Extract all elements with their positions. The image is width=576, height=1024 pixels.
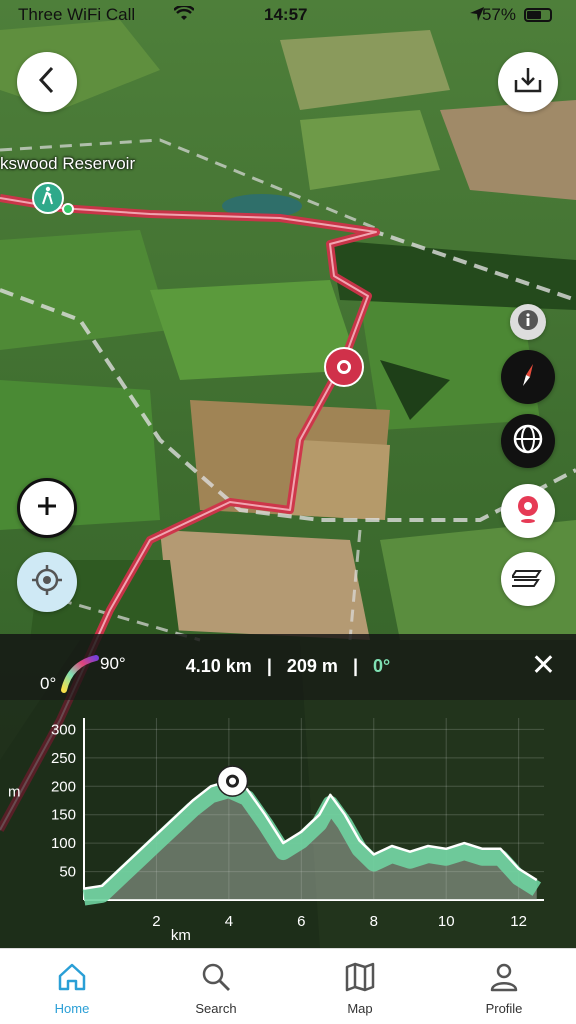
map-icon — [344, 961, 376, 993]
home-icon — [56, 961, 88, 993]
y-axis-label: m — [8, 783, 21, 800]
trailhead-marker[interactable] — [32, 182, 64, 214]
stats-separator: | — [352, 656, 358, 676]
route-stats: 4.10 km | 209 m | 0° — [0, 656, 576, 677]
hiker-icon — [38, 186, 58, 211]
x-tick-label: 2 — [152, 913, 160, 930]
y-tick-label: 50 — [59, 864, 76, 881]
tab-map[interactable]: Map — [288, 949, 432, 1024]
battery-icon — [524, 8, 552, 22]
y-tick-label: 100 — [51, 835, 76, 852]
tab-search[interactable]: Search — [144, 949, 288, 1024]
close-profile-button[interactable]: ✕ — [531, 651, 556, 681]
layers-icon — [510, 563, 544, 596]
tab-label: Map — [347, 1001, 373, 1016]
locate-icon — [30, 563, 64, 602]
status-time: 14:57 — [264, 5, 308, 24]
globe-icon — [511, 422, 545, 461]
carrier-label: Three WiFi Call — [18, 5, 136, 24]
info-button[interactable] — [510, 304, 546, 340]
download-button[interactable] — [498, 52, 558, 112]
x-axis-label: km — [171, 927, 191, 944]
stats-separator: | — [266, 656, 272, 676]
tab-label: Profile — [485, 1001, 523, 1016]
tab-label: Home — [54, 1001, 90, 1016]
download-icon — [513, 66, 543, 99]
position-marker — [216, 765, 249, 797]
start-point-marker — [62, 203, 74, 215]
slope-value: 0° — [373, 656, 391, 676]
bottom-tab-bar: Home Search Map Profile — [0, 948, 576, 1024]
x-tick-label: 4 — [225, 913, 233, 930]
x-tick-label: 8 — [370, 913, 378, 930]
place-label: kswood Reservoir — [0, 154, 136, 173]
battery-percent: 57% — [481, 5, 516, 24]
plus-icon — [35, 494, 59, 523]
y-tick-label: 150 — [51, 807, 76, 824]
compass-icon — [513, 360, 543, 395]
back-button[interactable] — [17, 52, 77, 112]
x-tick-label: 6 — [297, 913, 305, 930]
y-tick-label: 200 — [51, 778, 76, 795]
3d-globe-button[interactable] — [501, 414, 555, 468]
wifi-icon — [173, 4, 195, 27]
location-pin-icon — [513, 493, 543, 530]
record-location-button[interactable] — [501, 484, 555, 538]
chevron-left-icon — [37, 66, 57, 99]
route-stats-bar: 0° 90° 4.10 km | 209 m | 0° ✕ — [0, 634, 576, 700]
map-layers-button[interactable] — [501, 552, 555, 606]
distance-value: 4.10 km — [185, 656, 252, 676]
zoom-in-button[interactable] — [17, 478, 77, 538]
tab-label: Search — [195, 1001, 237, 1016]
tab-profile[interactable]: Profile — [432, 949, 576, 1024]
route-position-pin[interactable] — [324, 347, 364, 387]
elevation-chart[interactable]: 2 4 6 8 10 12 50 100 150 200 250 300 km m — [0, 700, 576, 948]
grade-min-label: 0° — [40, 674, 57, 693]
locate-me-button[interactable] — [17, 552, 77, 612]
info-icon — [517, 309, 539, 336]
y-tick-label: 250 — [51, 750, 76, 767]
compass-button[interactable] — [501, 350, 555, 404]
elevation-profile-panel: 0° 90° 4.10 km | 209 m | 0° ✕ 2 4 6 8 10 12 50… — [0, 634, 576, 948]
y-tick-label: 300 — [51, 721, 76, 738]
search-icon — [200, 961, 232, 993]
x-tick-label: 12 — [510, 913, 527, 930]
x-tick-label: 10 — [438, 913, 455, 930]
status-bar: Three WiFi Call 14:57 57% — [0, 0, 576, 32]
profile-icon — [488, 961, 520, 993]
elevation-value: 209 m — [286, 656, 338, 676]
tab-home[interactable]: Home — [0, 949, 144, 1024]
